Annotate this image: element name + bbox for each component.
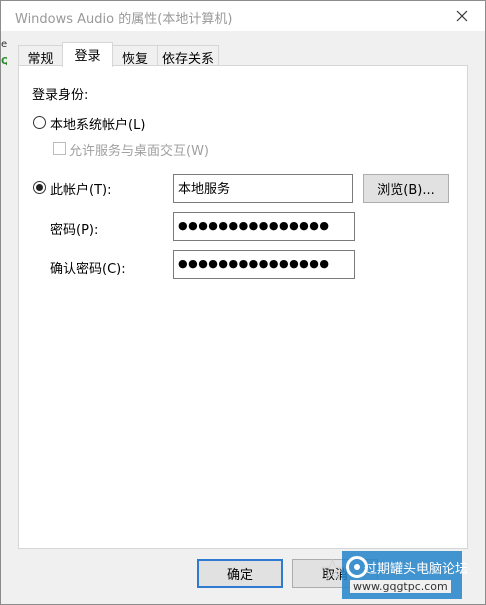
title-bar[interactable]: Windows Audio 的属性(本地计算机) [1,1,485,31]
confirm-password-input[interactable]: ●●●●●●●●●●●●●●● [173,250,355,279]
local-system-label[interactable]: 本地系统帐户(L) [50,114,145,133]
confirm-password-label: 确认密码(C): [50,262,126,277]
tab-recovery[interactable]: 恢复 [112,45,158,67]
background-window-fragment: Q [1,56,7,67]
tab-general[interactable]: 常规 [18,45,63,67]
properties-dialog: Windows Audio 的属性(本地计算机) e( Q 常规 登录 恢复 依… [0,0,486,605]
close-icon [456,10,468,22]
allow-desktop-label: 允许服务与桌面交互(W) [69,144,209,159]
browse-button[interactable]: 浏览(B)... [363,174,449,203]
logon-panel: 登录身份: 本地系统帐户(L) 允许服务与桌面交互(W) 此帐户(T): 本地服… [18,65,468,549]
logon-as-label: 登录身份: [32,88,89,103]
background-window-fragment: e( [1,39,7,50]
password-label: 密码(P): [50,223,99,238]
radio-selected-dot [36,184,43,191]
watermark-url: www.gqgtpc.com [350,580,451,593]
watermark-text: 过期罐头电脑论坛 [364,562,469,577]
account-input[interactable]: 本地服务 [173,174,353,203]
tab-dependencies[interactable]: 依存关系 [157,45,219,67]
ok-button[interactable]: 确定 [197,559,283,588]
close-button[interactable] [445,3,479,29]
this-account-label[interactable]: 此帐户(T): [50,179,111,198]
window-title: Windows Audio 的属性(本地计算机) [15,12,233,27]
site-watermark: 过期罐头电脑论坛 www.gqgtpc.com [342,551,468,599]
local-system-radio[interactable] [33,116,46,129]
allow-desktop-checkbox[interactable] [53,142,66,155]
password-input[interactable]: ●●●●●●●●●●●●●●● [173,212,355,241]
tab-logon[interactable]: 登录 [62,42,113,67]
this-account-radio[interactable] [33,181,46,194]
